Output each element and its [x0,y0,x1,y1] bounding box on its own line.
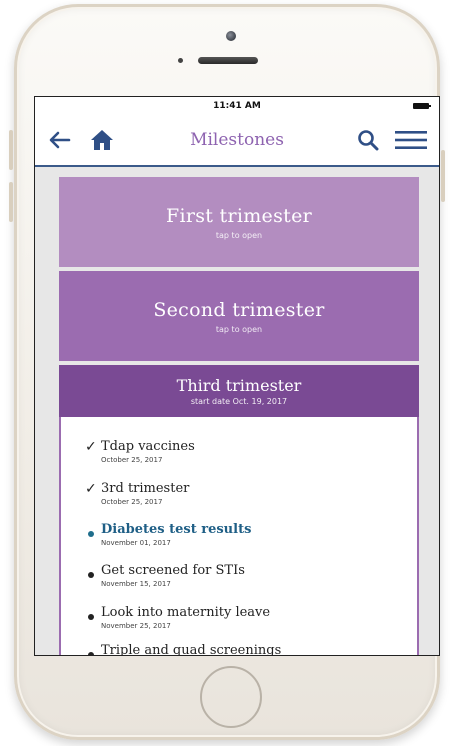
battery-icon [413,103,431,109]
earpiece-speaker [198,57,258,64]
third-trimester-header[interactable]: Third trimester start date Oct. 19, 2017 [59,365,419,417]
trimester-start-date: start date Oct. 19, 2017 [190,397,288,406]
milestone-date: October 25, 2017 [101,498,163,506]
milestone-date: November 15, 2017 [101,580,171,588]
phone-screen: 11:41 AM Milestones First trimester tap … [34,96,440,656]
status-time: 11:41 AM [213,101,261,111]
content-area: First trimester tap to open Second trime… [35,167,439,656]
milestone-title: Tdap vaccines [101,439,195,454]
milestone-title: Look into maternity leave [101,605,271,620]
bullet-dot-icon [88,572,94,578]
trimester-subtitle: tap to open [215,230,263,240]
milestone-title: Triple and quad screenings [101,643,282,656]
milestone-date: October 25, 2017 [101,456,163,464]
current-dot-icon [88,531,94,537]
milestone-list: ✓ Tdap vaccines October 25, 2017 ✓ 3rd t… [59,417,419,656]
menu-icon [395,131,427,149]
milestone-date: November 01, 2017 [101,539,171,547]
front-camera [226,31,236,41]
status-bar: 11:41 AM [35,97,439,115]
checkmark-icon: ✓ [85,481,97,497]
phone-home-button[interactable] [200,666,262,728]
milestone-title: Get screened for STIs [101,563,245,578]
milestone-title: 3rd trimester [101,481,190,496]
trimester-title: First trimester [165,204,313,227]
search-button[interactable] [353,125,383,155]
search-icon [358,130,379,151]
trimester-title: Second trimester [153,298,325,321]
trimester-subtitle: tap to open [215,324,263,334]
checkmark-icon: ✓ [85,439,97,455]
phone-side-button [9,182,13,222]
trimester-title: Third trimester [176,376,302,395]
phone-side-button [9,130,13,170]
bullet-dot-icon [88,652,94,655]
bullet-dot-icon [88,614,94,620]
proximity-sensor [178,58,183,63]
menu-button[interactable] [393,125,429,155]
second-trimester-card[interactable]: Second trimester tap to open [59,271,419,361]
first-trimester-card[interactable]: First trimester tap to open [59,177,419,267]
nav-bar: Milestones [35,115,439,167]
phone-side-button [441,150,445,202]
milestone-date: November 25, 2017 [101,622,171,630]
trimester-list: First trimester tap to open Second trime… [59,177,419,656]
milestone-title: Diabetes test results [101,522,252,537]
